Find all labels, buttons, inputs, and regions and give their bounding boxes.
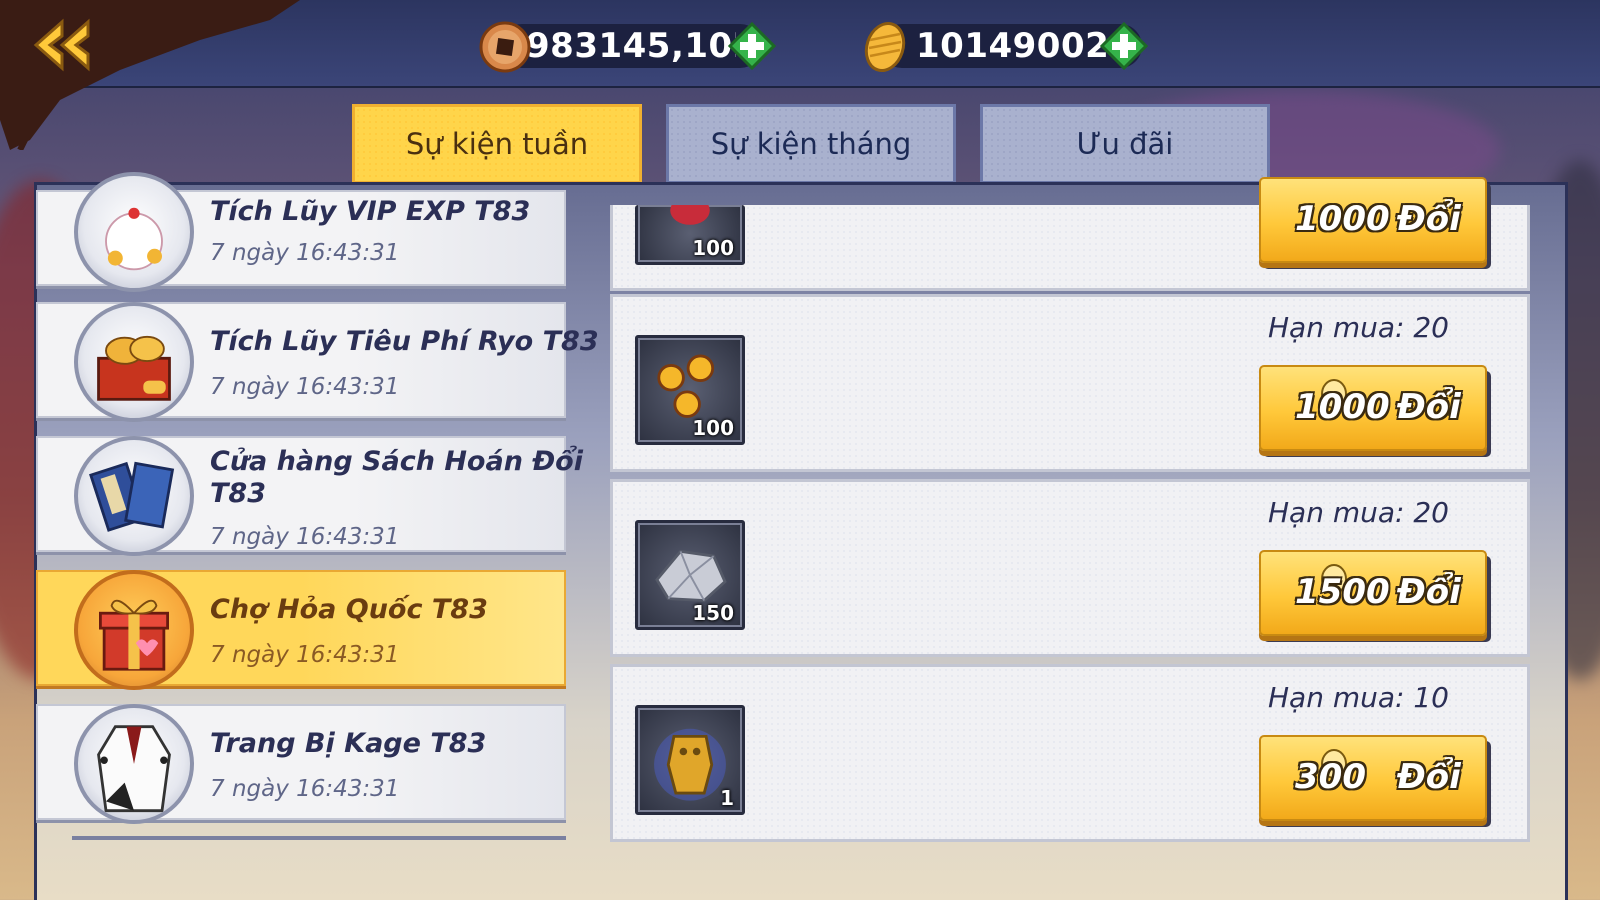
exchange-label: Đổi <box>1397 572 1461 612</box>
tab-monthly-events[interactable]: Sự kiện tháng <box>666 104 956 184</box>
tab-weekly-events[interactable]: Sự kiện tuần <box>352 104 642 184</box>
exchange-button[interactable]: 1500 Đổi <box>1259 550 1487 636</box>
event-title: Trang Bị Kage T83 <box>210 728 487 759</box>
event-timer: 7 ngày 16:43:31 <box>210 776 400 802</box>
exchange-button[interactable]: 1000 Đổi <box>1259 365 1487 451</box>
tab-offers[interactable]: Ưu đãi <box>980 104 1270 184</box>
golden-statue-icon: 1 <box>635 705 745 815</box>
ryo-gold-value: 10149002 <box>916 26 1110 66</box>
item-quantity: 100 <box>692 236 734 260</box>
purchase-limit: Hạn mua: 20 <box>1267 496 1449 529</box>
event-item-vip-exp[interactable]: Tích Lũy VIP EXP T83 7 ngày 16:43:31 <box>36 172 566 292</box>
silver-ore-icon: 150 <box>635 520 745 630</box>
shop-item-tomoe: Hạn mua: 20 100 1000 Đổi <box>610 294 1530 472</box>
currency-ryo: 10149002 <box>864 22 1148 72</box>
event-title-line2: T83 <box>210 478 266 509</box>
item-quantity: 100 <box>692 416 734 440</box>
event-timer: 7 ngày 16:43:31 <box>210 374 400 400</box>
back-arrow-icon[interactable] <box>26 18 100 72</box>
shop-item-golden-statue: Hạn mua: 10 1 300 Đổi <box>610 664 1530 842</box>
event-item-kage-equipment[interactable]: Trang Bị Kage T83 7 ngày 16:43:31 <box>36 704 566 824</box>
copper-coin-value: 983145,10M <box>526 26 736 66</box>
ryo-gold-icon <box>864 22 906 72</box>
event-timer: 7 ngày 16:43:31 <box>210 642 400 668</box>
books-icon <box>74 436 194 556</box>
treasure-box-icon <box>74 302 194 422</box>
exchange-price: 1000 <box>1295 387 1390 427</box>
kage-robe-icon <box>74 704 194 824</box>
exchange-label: Đổi <box>1397 199 1461 239</box>
tab-monthly-events-label: Sự kiện tháng <box>710 127 912 161</box>
exchange-label: Đổi <box>1397 757 1461 797</box>
item-quantity: 1 <box>720 786 734 810</box>
copper-coin-icon <box>479 21 531 73</box>
exchange-button[interactable]: 1000 Đổi <box>1259 177 1487 263</box>
item-quantity: 150 <box>692 601 734 625</box>
event-timer: 7 ngày 16:43:31 <box>210 524 400 550</box>
sharingan-tomoe-icon: 100 <box>635 335 745 445</box>
tab-weekly-events-label: Sự kiện tuần <box>405 127 589 161</box>
event-item-ryo-spending[interactable]: Tích Lũy Tiêu Phí Ryo T83 7 ngày 16:43:3… <box>36 302 599 422</box>
tab-offers-label: Ưu đãi <box>1076 127 1174 161</box>
purchase-limit: Hạn mua: 20 <box>1267 311 1449 344</box>
gift-box-icon <box>74 570 194 690</box>
exchange-button[interactable]: 300 Đổi <box>1259 735 1487 821</box>
event-title: Tích Lũy Tiêu Phí Ryo T83 <box>210 326 599 357</box>
event-title: Chợ Hỏa Quốc T83 <box>210 594 488 625</box>
shop-item-silver-ore: Hạn mua: 20 150 1500 Đổi <box>610 479 1530 657</box>
event-item-book-exchange[interactable]: Cửa hàng Sách Hoán Đổi T83 7 ngày 16:43:… <box>36 436 583 556</box>
lucky-cat-icon <box>74 172 194 292</box>
event-title: Cửa hàng Sách Hoán Đổi <box>210 446 583 477</box>
purchase-limit: Hạn mua: 10 <box>1267 681 1449 714</box>
list-divider <box>72 836 566 840</box>
exchange-price: 1500 <box>1295 572 1390 612</box>
event-title: Tích Lũy VIP EXP T83 <box>210 196 531 227</box>
event-timer: 7 ngày 16:43:31 <box>210 240 400 266</box>
exchange-label: Đổi <box>1397 387 1461 427</box>
event-item-fire-market[interactable]: Chợ Hỏa Quốc T83 7 ngày 16:43:31 <box>36 570 566 690</box>
add-ryo-button[interactable] <box>1100 22 1148 70</box>
currency-copper: 983145,10M <box>479 21 776 73</box>
red-orb-icon: 100 <box>635 196 745 265</box>
add-copper-button[interactable] <box>728 22 776 70</box>
exchange-price: 1000 <box>1295 199 1390 239</box>
shop-item-red-orb: 100 1000 Đổi <box>610 177 1530 291</box>
exchange-price: 300 <box>1295 757 1366 797</box>
